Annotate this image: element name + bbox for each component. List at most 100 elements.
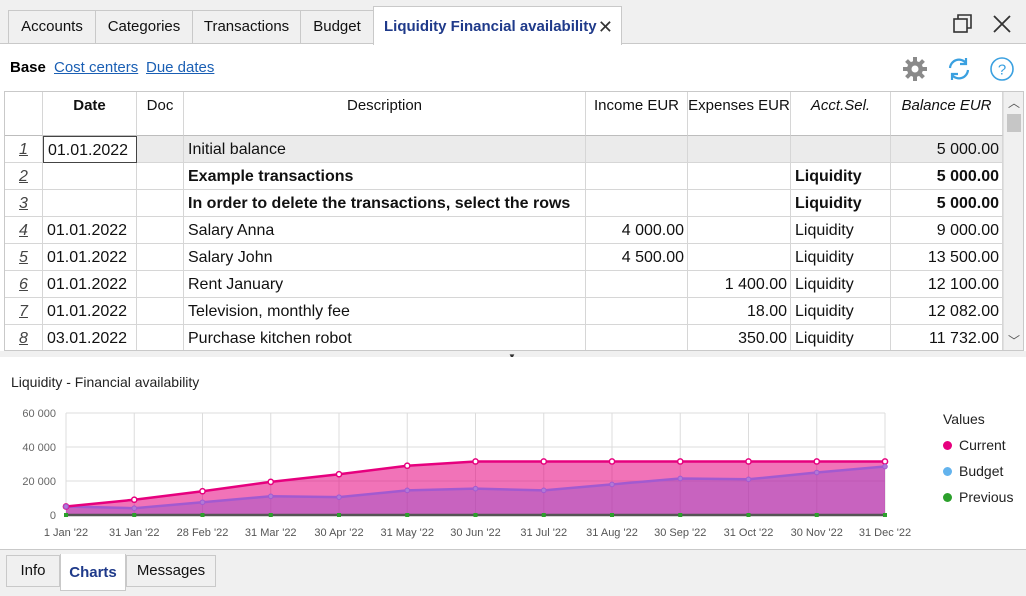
tab-accounts[interactable]: Accounts [8,10,96,43]
table-row[interactable]: 7 01.01.2022 Television, monthly fee 18.… [5,298,1005,325]
row-number[interactable]: 5 [5,244,43,271]
scroll-up-icon[interactable]: ︿ [1007,94,1021,110]
gear-icon[interactable] [901,55,929,83]
date-cell[interactable] [43,190,137,217]
tab-liquidity[interactable]: Liquidity Financial availability ✕ [373,6,622,45]
legend-item-previous[interactable]: Previous [943,489,1013,505]
expenses-cell[interactable] [688,244,791,271]
description-cell[interactable]: Initial balance [184,136,586,163]
description-cell[interactable]: Salary John [184,244,586,271]
date-cell[interactable]: 03.01.2022 [43,325,137,350]
income-cell[interactable]: 4 000.00 [586,217,688,244]
doc-cell[interactable] [137,217,184,244]
table-row[interactable]: 4 01.01.2022 Salary Anna 4 000.00 Liquid… [5,217,1005,244]
income-cell[interactable] [586,325,688,350]
income-cell[interactable] [586,271,688,298]
acct-cell[interactable] [791,136,891,163]
expenses-cell[interactable] [688,163,791,190]
income-cell[interactable] [586,190,688,217]
doc-cell[interactable] [137,244,184,271]
doc-cell[interactable] [137,163,184,190]
acct-cell[interactable]: Liquidity [791,217,891,244]
income-cell[interactable] [586,136,688,163]
view-cost-centers[interactable]: Cost centers [54,59,138,76]
date-cell[interactable]: 01.01.2022 [43,217,137,244]
row-number[interactable]: 2 [5,163,43,190]
column-header-acct-sel[interactable]: Acct.Sel. [791,92,891,136]
scroll-thumb[interactable] [1007,114,1021,132]
doc-cell[interactable] [137,271,184,298]
help-icon[interactable]: ? [988,55,1016,83]
tab-transactions[interactable]: Transactions [192,10,301,43]
description-cell[interactable]: In order to delete the transactions, sel… [184,190,586,217]
acct-cell[interactable]: Liquidity [791,325,891,350]
date-cell[interactable] [43,163,137,190]
description-cell[interactable]: Rent January [184,271,586,298]
description-cell[interactable]: Purchase kitchen robot [184,325,586,350]
column-header-balance[interactable]: Balance EUR [891,92,1003,136]
column-header-doc[interactable]: Doc [137,92,184,136]
column-header-date[interactable]: Date [43,92,137,136]
expenses-cell[interactable]: 18.00 [688,298,791,325]
description-cell[interactable]: Television, monthly fee [184,298,586,325]
view-due-dates[interactable]: Due dates [146,59,214,76]
income-cell[interactable] [586,298,688,325]
table-row[interactable]: 2 Example transactions Liquidity 5 000.0… [5,163,1005,190]
row-number[interactable]: 3 [5,190,43,217]
legend-swatch [943,493,952,502]
tab-charts[interactable]: Charts [60,554,126,591]
view-base[interactable]: Base [10,59,46,76]
income-cell[interactable] [586,163,688,190]
doc-cell[interactable] [137,325,184,350]
date-cell[interactable]: 01.01.2022 [43,298,137,325]
doc-cell[interactable] [137,190,184,217]
acct-cell[interactable]: Liquidity [791,271,891,298]
column-header-description[interactable]: Description [184,92,586,136]
table-row[interactable]: 5 01.01.2022 Salary John 4 500.00 Liquid… [5,244,1005,271]
expenses-cell[interactable]: 350.00 [688,325,791,350]
description-cell[interactable]: Example transactions [184,163,586,190]
tab-info[interactable]: Info [6,555,60,587]
refresh-icon[interactable] [945,55,973,83]
expenses-cell[interactable] [688,217,791,244]
row-number[interactable]: 7 [5,298,43,325]
expenses-cell[interactable] [688,190,791,217]
income-cell[interactable]: 4 500.00 [586,244,688,271]
point-budget [63,503,69,510]
restore-window-icon[interactable] [951,12,975,36]
row-number[interactable]: 1 [5,136,43,163]
legend-item-current[interactable]: Current [943,437,1006,453]
table-row[interactable]: 3 In order to delete the transactions, s… [5,190,1005,217]
vertical-scrollbar[interactable]: ︿ ﹀ [1003,92,1023,350]
table-row[interactable]: 6 01.01.2022 Rent January 1 400.00 Liqui… [5,271,1005,298]
tab-messages[interactable]: Messages [126,555,216,587]
column-header-income[interactable]: Income EUR [586,92,688,136]
table-row[interactable]: 1 01.01.2022 Initial balance 5 000.00 [5,136,1005,163]
tab-categories[interactable]: Categories [95,10,193,43]
acct-cell[interactable]: Liquidity [791,298,891,325]
doc-cell[interactable] [137,136,184,163]
expenses-cell[interactable]: 1 400.00 [688,271,791,298]
scroll-down-icon[interactable]: ﹀ [1007,332,1021,348]
close-window-icon[interactable] [990,12,1014,36]
acct-cell[interactable]: Liquidity [791,163,891,190]
point-budget [336,494,342,500]
row-number[interactable]: 4 [5,217,43,244]
close-tab-icon[interactable]: ✕ [598,7,613,47]
row-number[interactable]: 8 [5,325,43,350]
description-cell[interactable]: Salary Anna [184,217,586,244]
acct-cell[interactable]: Liquidity [791,244,891,271]
table-row[interactable]: 8 03.01.2022 Purchase kitchen robot 350.… [5,325,1005,350]
expenses-cell[interactable] [688,136,791,163]
legend-item-budget[interactable]: Budget [943,463,1003,479]
row-number[interactable]: 6 [5,271,43,298]
date-cell[interactable]: 01.01.2022 [43,271,137,298]
doc-cell[interactable] [137,298,184,325]
column-header-expenses[interactable]: Expenses EUR [688,92,791,136]
point-previous [610,513,614,517]
acct-cell[interactable]: Liquidity [791,190,891,217]
date-cell[interactable]: 01.01.2022 [43,136,137,163]
date-cell[interactable]: 01.01.2022 [43,244,137,271]
tab-budget[interactable]: Budget [300,10,374,43]
point-budget [677,475,684,482]
